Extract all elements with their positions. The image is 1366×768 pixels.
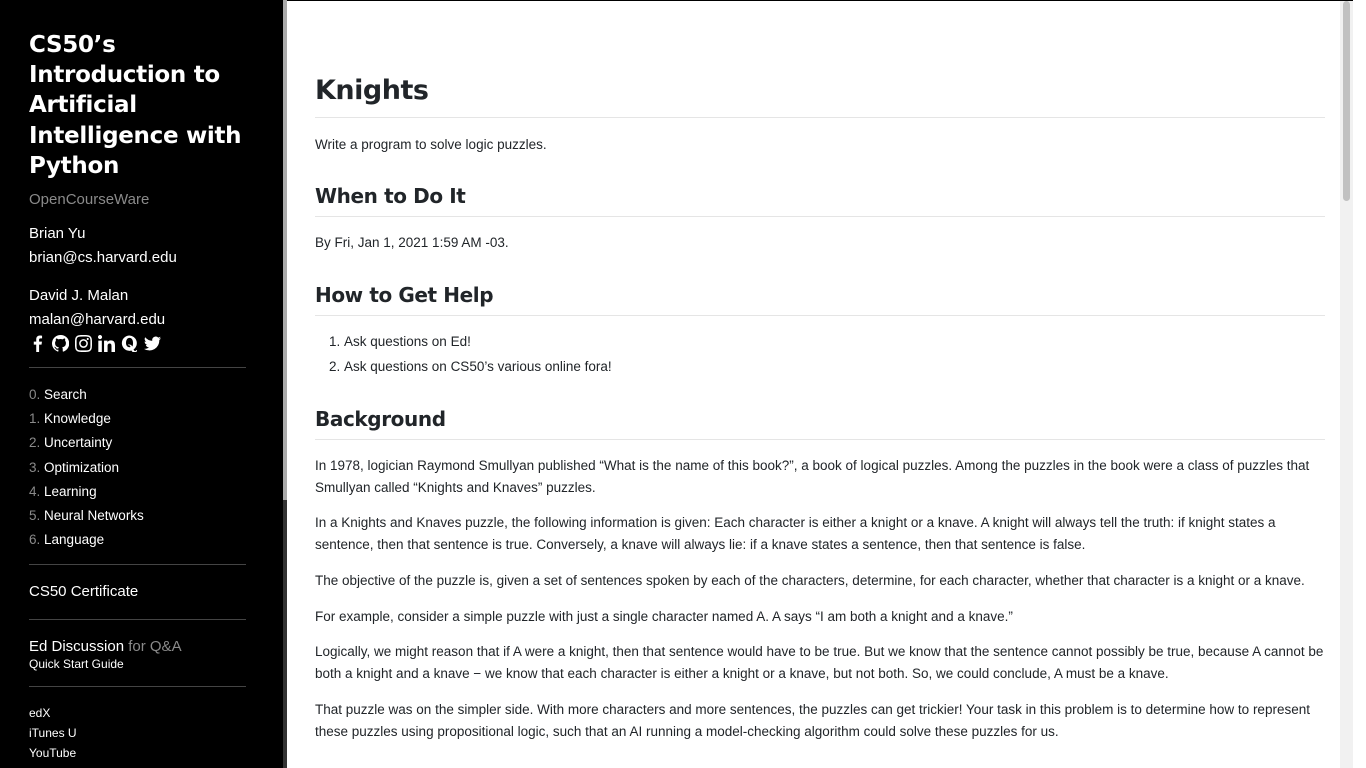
divider bbox=[315, 439, 1325, 440]
nav-item-search[interactable]: 0. Search bbox=[29, 383, 246, 407]
paragraph: Logically, we might reason that if A wer… bbox=[315, 644, 1324, 681]
nav-item-optimization[interactable]: 3. Optimization bbox=[29, 456, 246, 480]
instructor-name: David J. Malan bbox=[29, 287, 129, 305]
divider bbox=[29, 686, 246, 688]
due-date: By Fri, Jan 1, 2021 1:59 AM -03. bbox=[315, 235, 509, 250]
twitter-icon[interactable] bbox=[144, 335, 161, 352]
itunes-link[interactable]: iTunes U bbox=[29, 723, 246, 743]
instructor-name: Brian Yu bbox=[29, 225, 86, 243]
nav-item-learning[interactable]: 4. Learning bbox=[29, 480, 246, 504]
nav-item-language[interactable]: 6. Language bbox=[29, 528, 246, 552]
certificate-link[interactable]: CS50 Certificate bbox=[29, 583, 246, 603]
extra-links: edX iTunes U YouTube bbox=[29, 703, 246, 763]
instructor-brian: Brian Yu brian@cs.harvard.edu bbox=[29, 222, 246, 270]
divider bbox=[29, 367, 246, 369]
paragraph: That puzzle was on the simpler side. Wit… bbox=[315, 702, 1310, 739]
divider bbox=[315, 315, 1325, 316]
instructor-email-link[interactable]: malan@harvard.edu bbox=[29, 308, 246, 332]
list-item[interactable]: Ask questions on CS50’s various online f… bbox=[344, 354, 1324, 379]
help-list: Ask questions on Ed! Ask questions on CS… bbox=[315, 329, 1324, 379]
instructor-email-link[interactable]: brian@cs.harvard.edu bbox=[29, 246, 246, 270]
edx-link[interactable]: edX bbox=[29, 703, 246, 723]
paragraph: The objective of the puzzle is, given a … bbox=[315, 573, 1305, 588]
youtube-link[interactable]: YouTube bbox=[29, 743, 246, 763]
quora-icon[interactable] bbox=[121, 335, 138, 352]
section-heading-when: When to Do It bbox=[315, 184, 466, 208]
quick-start-link[interactable]: Quick Start Guide bbox=[29, 657, 246, 671]
github-icon[interactable] bbox=[52, 334, 69, 352]
page-scroll-thumb[interactable] bbox=[1343, 1, 1350, 201]
divider bbox=[315, 216, 1325, 217]
lecture-nav: 0. Search 1. Knowledge 2. Uncertainty 3.… bbox=[29, 383, 246, 552]
paragraph: In 1978, logician Raymond Smullyan publi… bbox=[315, 458, 1310, 495]
ed-discussion-link[interactable]: Ed Discussion bbox=[29, 638, 124, 655]
course-title[interactable]: CS50’s Introduction to Artificial Intell… bbox=[29, 30, 246, 181]
linkedin-icon[interactable] bbox=[98, 334, 115, 352]
ed-discussion: Ed Discussion for Q&A bbox=[29, 638, 246, 655]
main-content: Knights Write a program to solve logic p… bbox=[287, 0, 1353, 768]
divider bbox=[29, 564, 246, 566]
section-heading-help: How to Get Help bbox=[315, 283, 494, 307]
paragraph: For example, consider a simple puzzle wi… bbox=[315, 609, 1013, 624]
divider bbox=[315, 117, 1325, 118]
sidebar: CS50’s Introduction to Artificial Intell… bbox=[0, 0, 283, 768]
ocw-label: OpenCourseWare bbox=[29, 191, 150, 209]
page-title: Knights bbox=[315, 75, 429, 106]
instagram-icon[interactable] bbox=[75, 334, 92, 352]
nav-item-neural-networks[interactable]: 5. Neural Networks bbox=[29, 504, 246, 528]
section-heading-background: Background bbox=[315, 407, 446, 431]
paragraph: In a Knights and Knaves puzzle, the foll… bbox=[315, 515, 1276, 552]
facebook-icon[interactable] bbox=[29, 335, 46, 352]
nav-item-uncertainty[interactable]: 2. Uncertainty bbox=[29, 431, 246, 455]
list-item[interactable]: Ask questions on Ed! bbox=[344, 329, 1324, 354]
ed-suffix: for Q&A bbox=[128, 638, 182, 656]
page-subtitle: Write a program to solve logic puzzles. bbox=[315, 137, 547, 152]
instructor-david: David J. Malan malan@harvard.edu bbox=[29, 284, 246, 332]
nav-item-knowledge[interactable]: 1. Knowledge bbox=[29, 407, 246, 431]
social-links bbox=[29, 334, 246, 352]
page-scrollbar[interactable] bbox=[1340, 1, 1353, 768]
divider bbox=[29, 619, 246, 621]
